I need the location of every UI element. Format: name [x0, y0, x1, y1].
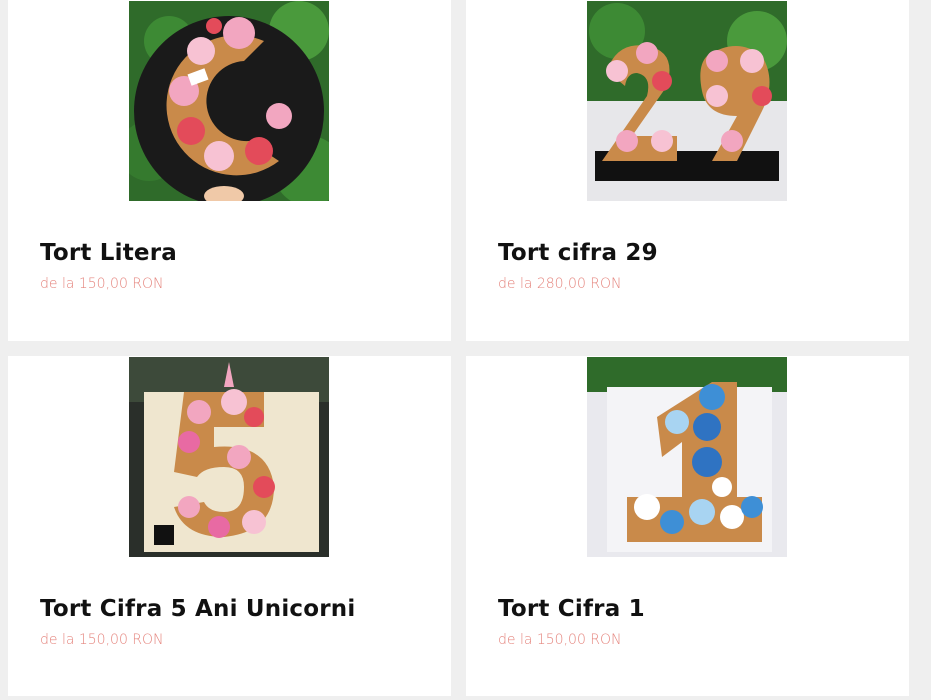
- product-card[interactable]: Tort cifra 29 de la 280,00 RON: [466, 0, 909, 341]
- product-price: de la 150,00 RON: [40, 276, 164, 292]
- product-price: de la 150,00 RON: [40, 632, 164, 648]
- cake-number-5-unicorn-image: [129, 357, 329, 557]
- cake-letter-c-image: [129, 1, 329, 201]
- product-price: de la 150,00 RON: [498, 632, 622, 648]
- product-card[interactable]: Tort Cifra 5 Ani Unicorni de la 150,00 R…: [8, 356, 451, 696]
- cake-number-1-blue-image: [587, 357, 787, 557]
- product-title[interactable]: Tort Cifra 5 Ani Unicorni: [40, 596, 355, 622]
- product-card[interactable]: Tort Litera de la 150,00 RON: [8, 0, 451, 341]
- product-title[interactable]: Tort cifra 29: [498, 240, 658, 266]
- product-grid: Tort Litera de la 150,00 RON Tort cifra …: [0, 0, 931, 700]
- product-image[interactable]: [129, 357, 329, 557]
- product-title[interactable]: Tort Litera: [40, 240, 177, 266]
- product-image[interactable]: [587, 357, 787, 557]
- product-image[interactable]: [587, 1, 787, 201]
- product-card[interactable]: Tort Cifra 1 de la 150,00 RON: [466, 356, 909, 696]
- product-price: de la 280,00 RON: [498, 276, 622, 292]
- product-image[interactable]: [129, 1, 329, 201]
- product-title[interactable]: Tort Cifra 1: [498, 596, 645, 622]
- cake-number-29-image: [587, 1, 787, 201]
